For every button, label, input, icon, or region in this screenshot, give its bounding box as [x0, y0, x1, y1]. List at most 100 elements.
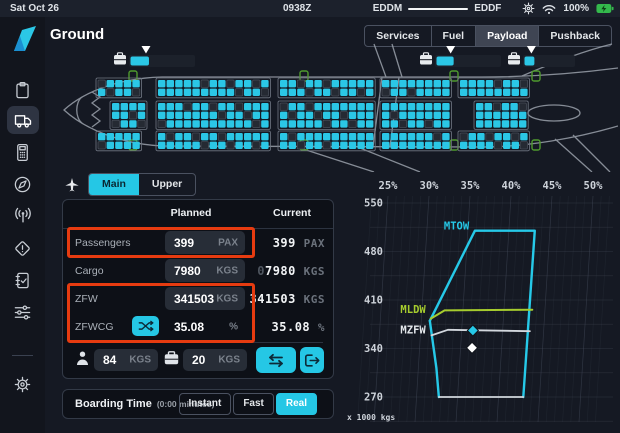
cargo-planned-value: 7980	[174, 264, 201, 278]
zfwcg-shuffle-button[interactable]	[132, 316, 159, 336]
row-label: ZFW	[75, 293, 98, 305]
aircraft-seat-map[interactable]	[52, 42, 618, 172]
y-tick-label: 550	[364, 198, 383, 210]
sidebar-item-sliders[interactable]	[7, 298, 39, 326]
pax-weight-input[interactable]: 84 KGS	[94, 349, 158, 371]
row-zfwcg: ZFWCG 35.08 % 35.08 %	[63, 313, 333, 341]
y-tick-label: 340	[364, 343, 383, 355]
zfw-current: 341503 KGS	[250, 292, 325, 306]
y-axis-unit-label: x 1000 kgs	[347, 413, 395, 422]
pax-weight-value: 84	[103, 353, 116, 367]
sidebar-item-hazard[interactable]	[7, 234, 39, 262]
sidebar-item-checklist[interactable]	[7, 266, 39, 294]
person-icon	[76, 351, 89, 366]
deck-selector: Main Upper	[64, 173, 196, 196]
x-tick-label: 40%	[502, 180, 522, 192]
row-label: Cargo	[75, 265, 104, 277]
cargo-bar	[508, 46, 575, 67]
boarding-option-real[interactable]: Real	[276, 393, 317, 415]
tow-marker	[467, 325, 478, 336]
y-tick-label: 480	[364, 246, 383, 258]
sidebar-item-settings[interactable]	[7, 370, 39, 398]
row-label: ZFWCG	[75, 321, 114, 333]
destination-icao: EDDF	[474, 3, 501, 14]
passengers-input[interactable]: 399 PAX	[165, 231, 245, 254]
battery-icon	[596, 3, 614, 14]
column-header-current: Current	[259, 207, 325, 219]
row-passengers: Passengers 399 PAX 399 PAX	[63, 229, 333, 257]
export-payload-button[interactable]	[300, 347, 324, 373]
ground-vehicle-icon	[13, 110, 33, 130]
boarding-options: Instant Fast Real	[179, 393, 317, 415]
origin-icao: EDDM	[373, 3, 402, 14]
cargo-current: 07980 KGS	[257, 264, 325, 278]
zfwcg-value-box[interactable]: 35.08 %	[165, 315, 245, 338]
bag-weight-input[interactable]: 20 KGS	[183, 349, 247, 371]
swap-arrows-icon	[266, 353, 286, 368]
boarding-option-fast[interactable]: Fast	[233, 393, 274, 415]
page-title: Ground	[50, 26, 104, 43]
x-tick-label: 50%	[584, 180, 604, 192]
wifi-icon	[542, 3, 556, 15]
cargo-bar	[114, 46, 195, 67]
row-zfw: ZFW 341503 KGS 341503 KGS	[63, 285, 333, 313]
x-tick-label: 25%	[379, 180, 399, 192]
x-tick-label: 30%	[420, 180, 440, 192]
table-divider	[73, 342, 323, 343]
hazard-diamond-icon	[13, 239, 32, 258]
sidebar-divider	[12, 355, 33, 356]
y-tick-label: 270	[364, 392, 383, 404]
efb-ground-page: Sat Oct 26 0938Z EDDM EDDF	[0, 0, 620, 433]
zfw-planned-value: 341503	[174, 292, 214, 306]
seat-blocks	[96, 78, 529, 151]
series-MZFW	[431, 330, 529, 336]
sidebar-item-calculator[interactable]	[7, 138, 39, 166]
zfw-input[interactable]: 341503 KGS	[165, 287, 245, 310]
cg-envelope-chart: 25%30%35%40%45%50%550480410340270x 1000 …	[345, 178, 617, 430]
airplane-icon	[64, 177, 80, 193]
pax-weight-unit: KGS	[129, 355, 151, 366]
zfw-unit: KGS	[216, 293, 238, 304]
status-date: Sat Oct 26	[10, 3, 59, 14]
shuffle-icon	[138, 320, 154, 332]
y-tick-label: 410	[364, 295, 383, 307]
sidebar-item-ground[interactable]	[7, 106, 39, 134]
zfwcg-unit: %	[229, 321, 238, 332]
nav-sidebar	[0, 17, 45, 433]
passengers-current: 399 PAX	[273, 236, 325, 250]
sidebar-item-radio[interactable]	[7, 202, 39, 230]
zfwcg-planned-value: 35.08	[174, 320, 204, 334]
zfwcg-current: 35.08 %	[272, 320, 325, 334]
tab-deck-upper[interactable]: Upper	[139, 174, 195, 195]
cargo-input[interactable]: 7980 KGS	[165, 259, 245, 282]
cargo-bar	[420, 46, 501, 67]
radio-antenna-icon	[13, 206, 33, 226]
clipboard-icon	[13, 81, 32, 100]
tab-deck-main[interactable]: Main	[89, 174, 139, 195]
row-cargo: Cargo 7980 KGS 07980 KGS	[63, 257, 333, 285]
app-logo	[11, 25, 37, 52]
boarding-option-instant[interactable]: Instant	[179, 393, 232, 415]
chart-label-MTOW: MTOW	[444, 220, 470, 232]
transfer-weights-button[interactable]	[256, 347, 296, 373]
boarding-time-panel: Boarding Time (0:00 minutes) Instant Fas…	[62, 389, 334, 419]
route-progress-line	[408, 8, 468, 10]
calculator-icon	[13, 143, 32, 162]
boarding-time-label: Boarding Time	[75, 398, 152, 410]
sidebar-item-clipboard[interactable]	[7, 76, 39, 104]
settings-gear-icon[interactable]	[522, 2, 535, 15]
passengers-planned-value: 399	[174, 236, 194, 250]
chart-label-MLDW: MLDW	[400, 304, 426, 316]
checklist-icon	[13, 271, 32, 290]
bag-weight-value: 20	[192, 353, 205, 367]
passengers-unit: PAX	[218, 237, 238, 248]
status-bar: Sat Oct 26 0938Z EDDM EDDF	[0, 0, 620, 17]
sidebar-item-compass[interactable]	[7, 170, 39, 198]
sliders-icon	[13, 303, 32, 322]
cargo-unit: KGS	[216, 265, 238, 276]
bag-weight-unit: KGS	[218, 355, 240, 366]
flight-route: EDDM EDDF	[373, 3, 502, 14]
payload-table-panel: Planned Current Passengers 399 PAX 399 P…	[62, 199, 334, 379]
status-utc-time: 0938Z	[283, 3, 311, 14]
series-envelope-left	[430, 321, 439, 397]
